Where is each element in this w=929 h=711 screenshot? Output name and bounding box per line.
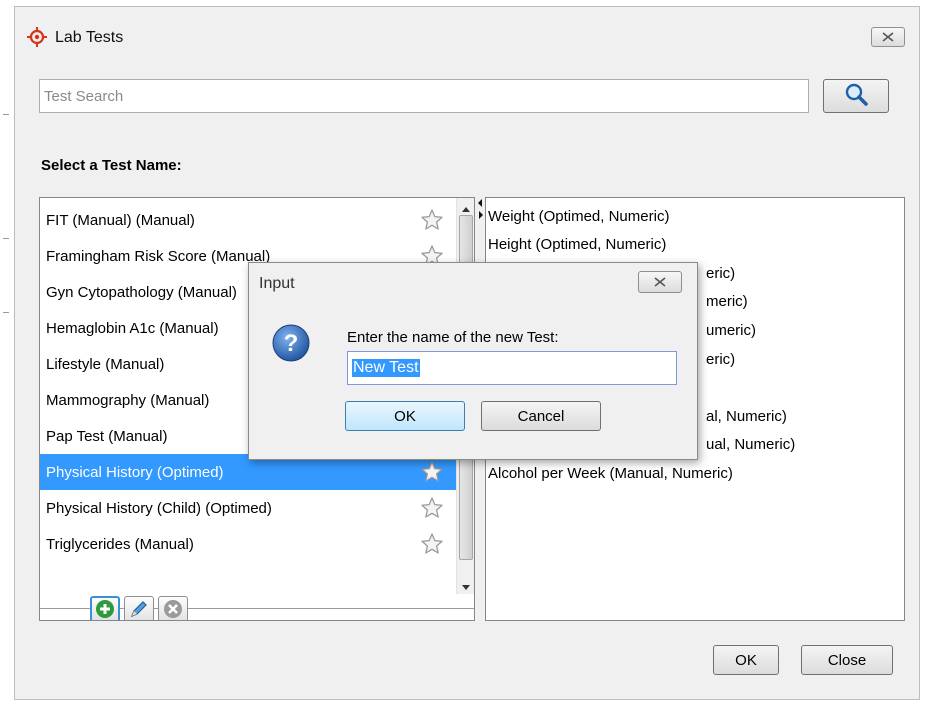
test-list-item[interactable]: Triglycerides (Manual) <box>40 526 456 562</box>
edge-mark <box>3 312 9 313</box>
test-list-item-label: Triglycerides (Manual) <box>46 535 194 553</box>
test-list-item-label: Framingham Risk Score (Manual) <box>46 247 271 265</box>
field-list-item-partial[interactable]: eric) <box>706 259 735 287</box>
section-label: Select a Test Name: <box>41 157 182 174</box>
test-list-item-label: FIT (Manual) (Manual) <box>46 211 195 229</box>
ok-button[interactable]: OK <box>713 645 779 675</box>
test-search-input[interactable] <box>40 80 808 112</box>
edge-mark <box>3 238 9 239</box>
edit-icon <box>129 599 149 621</box>
edge-mark <box>3 114 9 115</box>
close-icon <box>882 29 894 45</box>
dialog-cancel-button[interactable]: Cancel <box>481 401 601 431</box>
dialog-title: Input <box>259 275 295 292</box>
field-list-item-partial[interactable]: ual, Numeric) <box>706 431 795 459</box>
field-list-item[interactable]: Weight (Optimed, Numeric) <box>488 202 669 230</box>
question-icon: ? <box>271 323 311 363</box>
window-close-button[interactable] <box>871 27 905 47</box>
test-list-item[interactable]: FIT (Manual) (Manual) <box>40 202 456 238</box>
test-list-item-label: Hemaglobin A1c (Manual) <box>46 319 219 337</box>
star-icon[interactable] <box>420 208 444 232</box>
chevron-down-icon <box>462 577 470 593</box>
chevron-up-icon <box>462 199 470 215</box>
star-icon[interactable] <box>420 460 444 484</box>
field-list-item[interactable]: Alcohol per Week (Manual, Numeric) <box>488 459 733 487</box>
svg-text:?: ? <box>284 330 299 357</box>
star-icon[interactable] <box>420 532 444 556</box>
dialog-prompt: Enter the name of the new Test: <box>347 329 559 346</box>
remove-icon <box>163 599 183 621</box>
close-button[interactable]: Close <box>801 645 893 675</box>
window-title: Lab Tests <box>55 29 124 46</box>
scroll-down-button[interactable] <box>457 576 474 593</box>
new-test-name-field[interactable]: New Test <box>347 351 677 385</box>
remove-test-button[interactable] <box>158 596 188 621</box>
add-icon <box>95 599 115 621</box>
star-icon[interactable] <box>420 496 444 520</box>
add-test-button[interactable] <box>90 596 120 621</box>
field-list-item-partial[interactable]: al, Numeric) <box>706 402 787 430</box>
field-list-item-partial[interactable]: eric) <box>706 345 735 373</box>
field-list-item-partial[interactable]: meric) <box>706 288 748 316</box>
test-list-item-label: Lifestyle (Manual) <box>46 355 165 373</box>
test-list-item-label: Physical History (Child) (Optimed) <box>46 499 272 517</box>
close-icon <box>654 274 666 290</box>
test-list-item-label: Gyn Cytopathology (Manual) <box>46 283 237 301</box>
target-icon <box>27 27 47 47</box>
new-test-name-value[interactable]: New Test <box>352 359 420 377</box>
field-list-item-partial[interactable]: umeric) <box>706 316 756 344</box>
dialog-ok-button[interactable]: OK <box>345 401 465 431</box>
test-list-item-label: Physical History (Optimed) <box>46 463 224 481</box>
test-list-item[interactable]: Physical History (Child) (Optimed) <box>40 490 456 526</box>
background-window-edge <box>0 0 14 711</box>
input-dialog: Input ? Enter the name of the new Test: … <box>248 262 698 460</box>
list-toolbar <box>40 594 474 621</box>
field-list-item[interactable]: Height (Optimed, Numeric) <box>488 231 666 259</box>
test-search-field[interactable] <box>39 79 809 113</box>
test-list-item-label: Pap Test (Manual) <box>46 427 168 445</box>
edit-test-button[interactable] <box>124 596 154 621</box>
search-button[interactable] <box>823 79 889 113</box>
scroll-up-button[interactable] <box>457 198 474 215</box>
search-icon <box>843 82 869 111</box>
title-bar: Lab Tests <box>15 7 919 67</box>
test-list-item-label: Mammography (Manual) <box>46 391 210 409</box>
dialog-close-button[interactable] <box>638 271 682 293</box>
